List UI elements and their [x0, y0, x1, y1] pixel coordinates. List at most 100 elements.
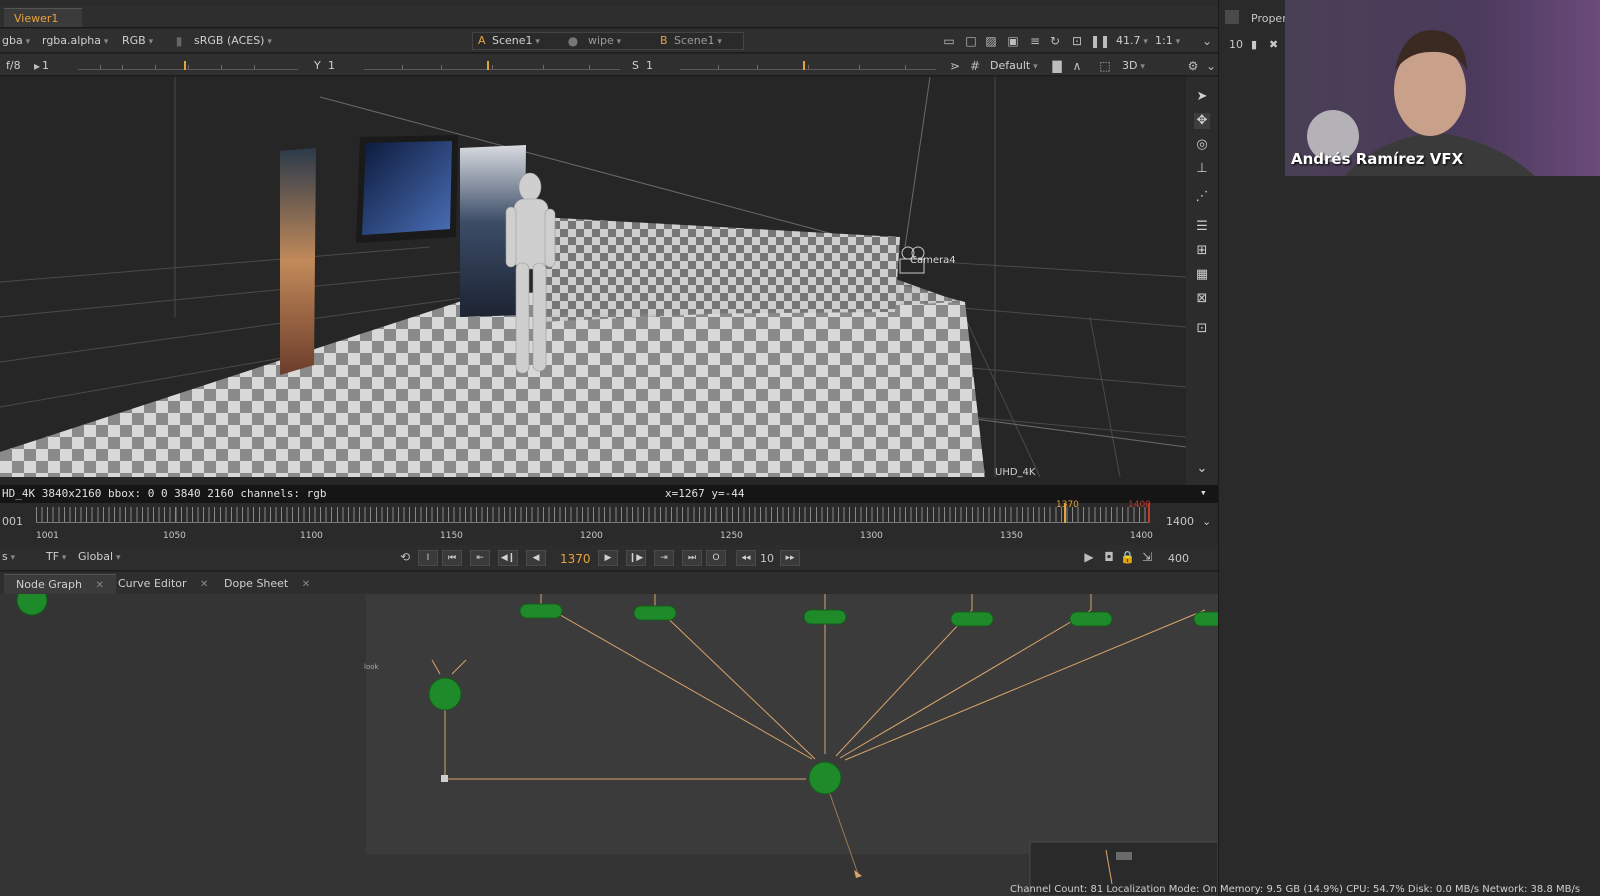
saturation-value[interactable]: 1: [646, 59, 653, 72]
zoom-box-icon[interactable]: ⊡: [1194, 321, 1210, 337]
list-icon[interactable]: ☰: [1194, 219, 1210, 235]
display-channels-select[interactable]: RGB: [122, 34, 153, 47]
read-node[interactable]: [1193, 611, 1218, 627]
input-b-select[interactable]: Scene1: [674, 34, 722, 47]
grid-icon[interactable]: #: [968, 59, 982, 73]
read-node[interactable]: [519, 603, 563, 619]
bbox-icon[interactable]: ⬚: [1098, 59, 1112, 73]
in-point-button[interactable]: I: [418, 550, 438, 566]
play-backward-icon[interactable]: ◀: [526, 550, 546, 566]
node-graph-canvas[interactable]: look: [0, 594, 1218, 896]
input-a-select[interactable]: Scene1: [492, 34, 540, 47]
loop-icon[interactable]: ⟲: [398, 550, 412, 564]
close-all-icon[interactable]: ✖: [1269, 38, 1278, 51]
clip-warning-icon[interactable]: ⋗: [948, 59, 962, 73]
curve-icon[interactable]: ∧: [1070, 59, 1084, 73]
gamma-value[interactable]: 1: [328, 59, 335, 72]
step-forward-icon[interactable]: ❙▶: [626, 550, 646, 566]
fps-select[interactable]: s: [2, 550, 15, 563]
skip-back-icon[interactable]: ◂◂: [736, 550, 756, 566]
viewer-3d-viewport[interactable]: Camera4 UHD_4K: [0, 77, 1186, 485]
range-mode-select[interactable]: Global: [78, 550, 120, 563]
last-frame-icon[interactable]: ⏭: [682, 550, 702, 566]
out-point-button[interactable]: O: [706, 550, 726, 566]
dot-node[interactable]: [441, 775, 448, 782]
layers-icon[interactable]: ▣: [1006, 34, 1020, 48]
gain-value[interactable]: 1: [42, 59, 49, 72]
timeline[interactable]: 001 1370 1400 1001 1050 1100 1150 1200 1…: [0, 500, 1218, 545]
lock-icon[interactable]: ▮: [1251, 38, 1257, 51]
tab-node-graph[interactable]: Node Graph ✕: [4, 574, 116, 594]
chevron-down-icon[interactable]: ⌄: [1202, 515, 1211, 528]
properties-tab-label[interactable]: Proper: [1251, 12, 1287, 25]
transform-box-icon[interactable]: ⊞: [1194, 243, 1210, 259]
lut-select[interactable]: Default: [990, 59, 1038, 72]
channel-select[interactable]: gba: [2, 34, 30, 47]
quad-view-icon[interactable]: ▦: [1194, 267, 1210, 283]
scene-node[interactable]: [808, 761, 842, 795]
current-frame-field[interactable]: 1370: [560, 552, 591, 566]
properties-counter[interactable]: 10: [1229, 38, 1243, 51]
close-icon[interactable]: ✕: [95, 580, 103, 591]
chevron-down-icon[interactable]: ⌄: [1194, 461, 1210, 477]
start-frame[interactable]: 001: [2, 515, 23, 528]
lock-range-icon[interactable]: 🔒: [1120, 550, 1135, 564]
flipbook-icon[interactable]: ▶: [1082, 550, 1096, 564]
camera-node[interactable]: [428, 677, 462, 711]
close-icon[interactable]: ✕: [302, 579, 310, 590]
pause-icon[interactable]: ❚❚: [1090, 34, 1110, 48]
tab-dope-sheet[interactable]: Dope Sheet ✕: [212, 574, 322, 594]
timeline-ruler[interactable]: [36, 507, 1150, 523]
wipe-mode-select[interactable]: wipe: [588, 34, 621, 47]
read-node[interactable]: [950, 611, 994, 627]
read-node[interactable]: [1069, 611, 1113, 627]
refresh-icon[interactable]: ↻: [1048, 34, 1062, 48]
alpha-channel-select[interactable]: rgba.alpha: [42, 34, 108, 47]
read-node[interactable]: [633, 605, 677, 621]
frame-range-count[interactable]: 400: [1168, 552, 1189, 565]
gain-slider[interactable]: [78, 60, 298, 70]
prev-keyframe-icon[interactable]: ⇤: [470, 550, 490, 566]
zoom-select[interactable]: 41.7: [1116, 34, 1148, 47]
chevron-down-icon[interactable]: ▾: [1200, 486, 1207, 499]
close-icon[interactable]: ✕: [200, 579, 208, 590]
menu-lines-icon[interactable]: ≡: [1028, 34, 1042, 48]
chevron-down-icon[interactable]: ⌄: [1200, 34, 1214, 48]
offscreen-node[interactable]: [16, 594, 48, 616]
capture-icon[interactable]: ◘: [1102, 550, 1116, 564]
view-mode-select[interactable]: 3D: [1122, 59, 1145, 72]
stripes-icon[interactable]: ▨: [984, 34, 998, 48]
first-frame-icon[interactable]: ⏮: [442, 550, 462, 566]
saturation-slider[interactable]: [680, 60, 936, 70]
fit-icon[interactable]: ⊡: [1070, 34, 1084, 48]
skip-forward-icon[interactable]: ▸▸: [780, 550, 800, 566]
snap-icon[interactable]: ⋰: [1194, 189, 1210, 205]
gamma-slider[interactable]: [364, 60, 620, 70]
fstop-label[interactable]: f/8: [6, 59, 21, 72]
ratio-select[interactable]: 1:1: [1155, 34, 1180, 47]
frame-select-icon[interactable]: ⊠: [1194, 291, 1210, 307]
backdrop-node[interactable]: [366, 594, 1218, 854]
move-icon[interactable]: ✥: [1194, 113, 1210, 129]
lock-icon[interactable]: ▇: [1050, 59, 1064, 73]
chevron-down-icon[interactable]: ⌄: [1204, 59, 1218, 73]
rotate-icon[interactable]: ◎: [1194, 137, 1210, 153]
panel-menu-icon[interactable]: [1225, 10, 1239, 24]
frame-icon[interactable]: □: [964, 34, 978, 48]
ip-icon[interactable]: ▮: [172, 34, 186, 48]
settings-icon[interactable]: ⚙: [1186, 59, 1200, 73]
range-icon[interactable]: ⇲: [1140, 550, 1154, 564]
end-frame[interactable]: 1400: [1166, 515, 1194, 528]
increment-field[interactable]: 10: [760, 552, 774, 565]
tab-viewer1[interactable]: Viewer1 ✕: [4, 8, 82, 38]
step-back-icon[interactable]: ◀❙: [498, 550, 518, 566]
time-format-select[interactable]: TF: [46, 550, 66, 563]
next-keyframe-icon[interactable]: ⇥: [654, 550, 674, 566]
select-arrow-icon[interactable]: ➤: [1194, 89, 1210, 105]
tab-curve-editor[interactable]: Curve Editor ✕: [106, 574, 220, 594]
read-node[interactable]: [803, 609, 847, 625]
axis-icon[interactable]: ⊥: [1194, 161, 1210, 177]
colorspace-select[interactable]: sRGB (ACES): [194, 34, 272, 47]
play-forward-icon[interactable]: ▶: [598, 550, 618, 566]
roi-icon[interactable]: ▭: [942, 34, 956, 48]
